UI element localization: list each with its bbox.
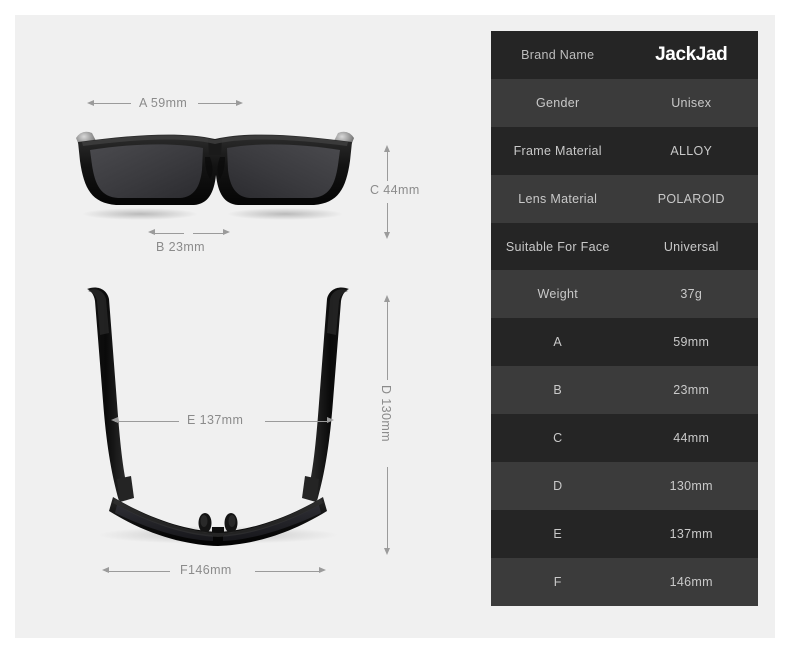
content-canvas: A 59mm C 44mm B 23mm D 130mm E 137mm F14…: [15, 15, 775, 638]
dimension-f-line-left: [106, 570, 170, 572]
spec-key: D: [553, 478, 563, 493]
dimension-d-arrow-bottom: [383, 548, 390, 555]
table-row: Weight 37g: [491, 270, 758, 319]
table-row: C 44mm: [491, 414, 758, 463]
dimension-f-line-right: [255, 570, 321, 572]
spec-key: B: [553, 383, 563, 398]
table-row: B 23mm: [491, 366, 758, 415]
spec-key: Frame Material: [513, 143, 602, 158]
table-row: Lens Material POLAROID: [491, 174, 758, 223]
dimension-c-arrow-bottom: [383, 232, 390, 239]
dimension-a-label: A 59mm: [139, 96, 188, 110]
table-row: F 146mm: [491, 557, 758, 606]
front-view-sunglasses-image: [70, 115, 360, 225]
spec-value: 23mm: [673, 383, 710, 398]
brand-logo-text: JackJad: [655, 43, 728, 65]
spec-key: Suitable For Face: [505, 239, 610, 254]
spec-key: Lens Material: [518, 191, 598, 206]
spec-value: Unisex: [671, 95, 712, 110]
table-row: D 130mm: [491, 462, 758, 510]
spec-value: Universal: [663, 239, 719, 254]
dimension-e-line-left: [115, 420, 179, 422]
dimension-a-arrow-right: [236, 99, 243, 106]
spec-key: Gender: [536, 95, 580, 110]
diagram-area: A 59mm C 44mm B 23mm D 130mm E 137mm F14…: [15, 15, 491, 638]
dimension-a-arrow-left: [87, 99, 94, 106]
spec-key: Brand Name: [521, 47, 595, 62]
dimension-f-label: F146mm: [180, 563, 232, 577]
spec-key: A: [553, 335, 563, 350]
dimension-b-arrow-right: [223, 229, 230, 235]
spec-value: 59mm: [673, 335, 710, 350]
specification-table: Brand Name JackJad Gender Unisex Frame M…: [491, 31, 758, 606]
spec-key: C: [553, 431, 563, 446]
spec-value: ALLOY: [670, 143, 713, 158]
spec-key: F: [553, 574, 562, 589]
table-row: Gender Unisex: [491, 78, 758, 127]
table-row: Suitable For Face Universal: [491, 222, 758, 271]
dimension-c-label: C 44mm: [370, 183, 420, 197]
product-spec-page: A 59mm C 44mm B 23mm D 130mm E 137mm F14…: [0, 0, 790, 652]
spec-value: 146mm: [669, 574, 713, 589]
dimension-a-line-left: [91, 103, 131, 104]
spec-value: POLAROID: [657, 191, 725, 206]
dimension-a-line-right: [198, 103, 238, 104]
spec-value: 137mm: [669, 526, 713, 541]
spec-key: Weight: [537, 287, 578, 302]
table-row: Frame Material ALLOY: [491, 126, 758, 175]
spec-key: E: [553, 526, 563, 541]
dimension-d-line-top: [387, 299, 388, 380]
table-row: E 137mm: [491, 509, 758, 558]
dimension-f-arrow-right: [319, 567, 326, 573]
dimension-c-line-top: [387, 149, 388, 181]
spec-value: 130mm: [669, 478, 713, 493]
dimension-e-line-right: [265, 420, 329, 422]
dimension-b-label: B 23mm: [156, 240, 205, 254]
spec-value: 44mm: [673, 431, 710, 446]
dimension-d-line-bottom: [387, 467, 388, 549]
dimension-d-label: D 130mm: [379, 385, 393, 442]
dimension-e-label: E 137mm: [187, 413, 244, 427]
table-row: Brand Name JackJad: [491, 31, 758, 79]
dimension-c-line-bottom: [387, 203, 388, 233]
spec-value: 37g: [680, 287, 703, 302]
table-row: A 59mm: [491, 318, 758, 367]
dimension-b-line-left: [152, 232, 184, 234]
dimension-b-line-right: [193, 232, 225, 234]
dimension-e-arrow-right: [327, 417, 334, 423]
